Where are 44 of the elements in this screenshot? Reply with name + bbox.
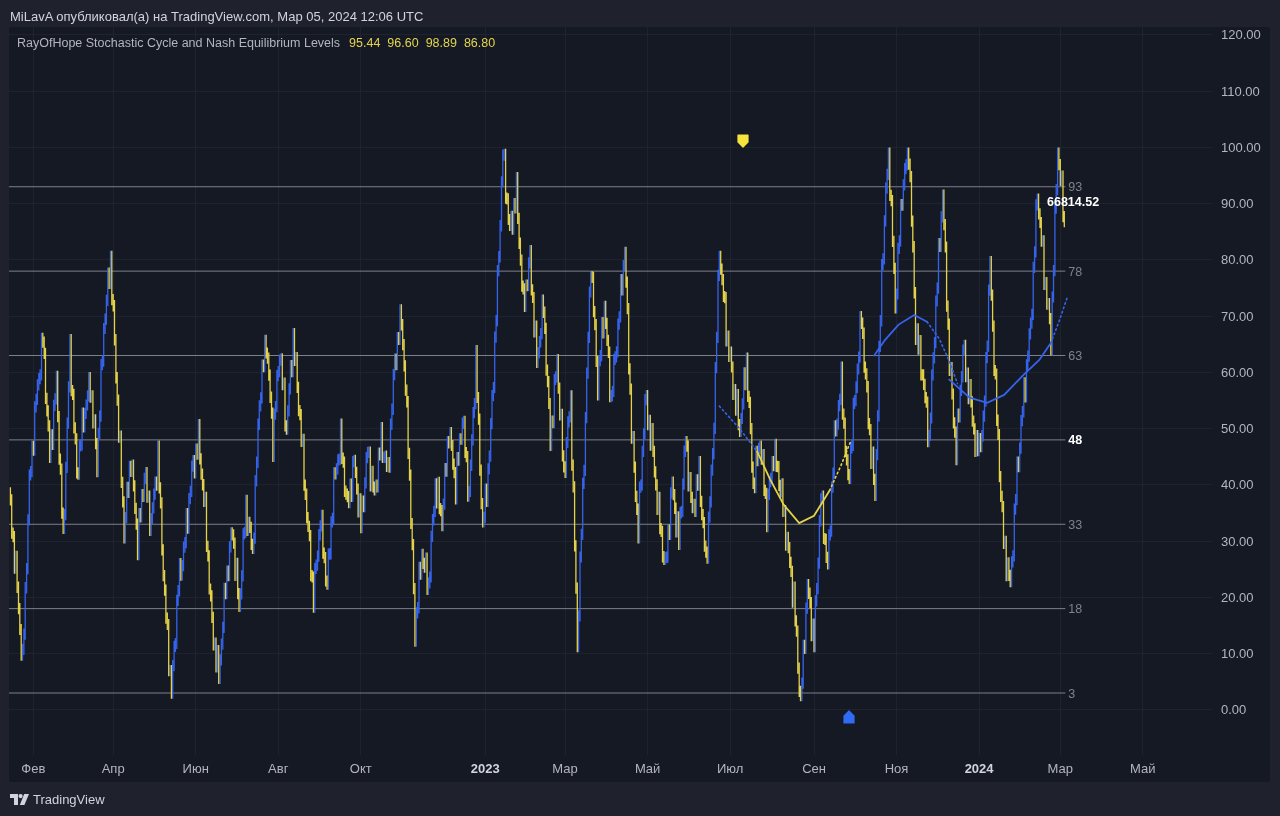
price-axis-label: 60.00 <box>1221 364 1254 380</box>
price-axis-label: 40.00 <box>1221 477 1254 493</box>
level-label: 63 <box>1068 349 1083 363</box>
time-axis-label: Мар <box>1047 761 1073 776</box>
pointer-down-icon <box>737 134 749 148</box>
price-axis-label: 80.00 <box>1221 252 1254 268</box>
price-axis-label: 20.00 <box>1221 589 1254 605</box>
level-label: 78 <box>1068 264 1083 279</box>
time-axis-label: Апр <box>101 761 125 776</box>
indicator-value: 98.89 <box>425 36 457 50</box>
price-axis-label: 100.00 <box>1221 139 1261 155</box>
publisher-caption: MiLavA опубликовал(а) на TradingView.com, Мар 05, 2024 12:06 UTC <box>10 8 424 24</box>
time-axis-label: 2024 <box>964 761 994 776</box>
price-axis-label: 90.00 <box>1221 196 1254 212</box>
price-axis-label: 30.00 <box>1221 533 1254 549</box>
time-axis-label: Ноя <box>884 761 909 776</box>
time-axis-label: Мар <box>552 761 578 776</box>
level-label: 3 <box>1068 686 1076 701</box>
time-axis-label: Май <box>1130 761 1156 776</box>
time-axis-label: Окт <box>349 761 372 776</box>
indicator-value: 86.80 <box>463 36 496 50</box>
time-axis-label: Июл <box>716 761 744 776</box>
price-axis-label: 50.00 <box>1221 421 1254 437</box>
level-label: 18 <box>1068 602 1083 617</box>
time-axis-label: Сен <box>802 761 826 776</box>
price-axis-label: 0.00 <box>1221 702 1247 718</box>
time-axis-label: Июн <box>182 761 209 776</box>
level-label: 48 <box>1068 433 1083 448</box>
time-axis-label: Фев <box>21 761 46 776</box>
price-axis-label: 10.00 <box>1221 646 1254 662</box>
price-axis-label: 120.00 <box>1221 27 1261 43</box>
price-axis-label: 70.00 <box>1221 308 1254 324</box>
indicator-value: 96.60 <box>387 36 419 50</box>
indicator-value: 95.44 <box>349 36 381 50</box>
level-label: 33 <box>1068 517 1083 532</box>
indicator-title: RayOfHope Stochastic Cycle and Nash Equilibrium Levels <box>17 36 341 50</box>
brand-name: TradingView <box>33 791 105 807</box>
time-axis-label: 2023 <box>470 761 500 776</box>
time-axis-label: Май <box>634 761 661 776</box>
price-axis-label: 110.00 <box>1221 83 1260 99</box>
pointer-up-icon <box>843 710 855 724</box>
logo-icon <box>10 793 29 805</box>
level-label: 93 <box>1068 180 1083 195</box>
time-axis-label: Авг <box>268 761 289 776</box>
